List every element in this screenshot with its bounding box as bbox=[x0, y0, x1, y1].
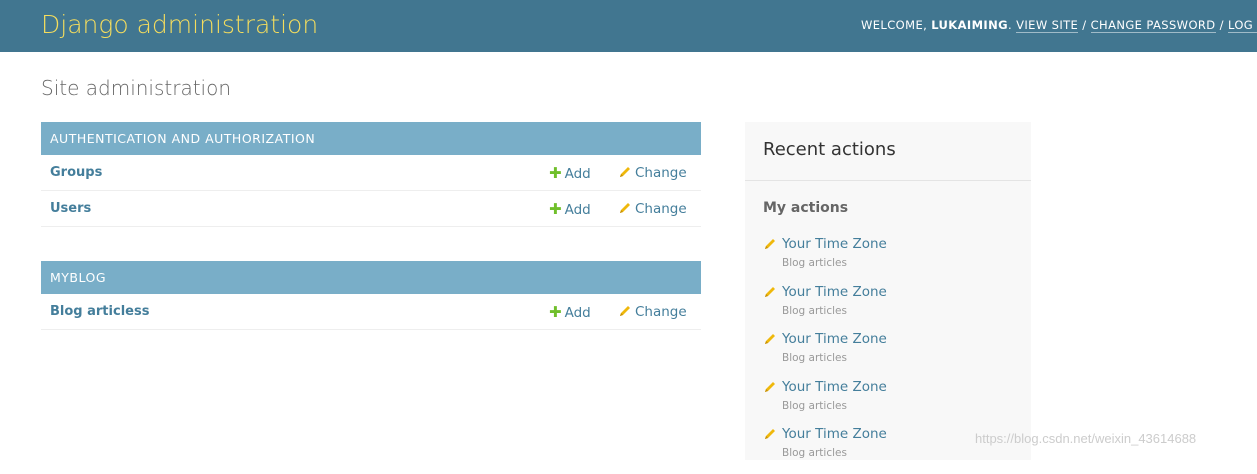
model-row-groups: Groups ✚ Add Change bbox=[41, 155, 701, 191]
action-type: Blog articles bbox=[782, 399, 847, 412]
log-out-link[interactable]: LOG OUT bbox=[1227, 18, 1257, 33]
view-site-link[interactable]: VIEW SITE bbox=[1016, 18, 1079, 33]
site-title[interactable]: Django administration bbox=[41, 7, 318, 43]
model-row-users: Users ✚ Add Change bbox=[41, 191, 701, 227]
action-link[interactable]: Your Time Zone bbox=[782, 236, 887, 252]
change-blog-articless-button[interactable]: Change bbox=[618, 303, 687, 321]
user-tools: WELCOME, LUKAIMING. VIEW SITE / CHANGE P… bbox=[861, 17, 1257, 33]
separator: / bbox=[1078, 18, 1091, 32]
pencil-icon bbox=[765, 429, 775, 439]
action-type: Blog articles bbox=[782, 352, 847, 364]
change-users-button[interactable]: Change bbox=[618, 200, 687, 218]
module-myblog: MYBLOG Blog articless ✚ Add Change bbox=[41, 261, 701, 330]
module-caption-auth[interactable]: AUTHENTICATION AND AUTHORIZATION bbox=[41, 122, 701, 155]
model-link-users[interactable]: Users bbox=[50, 200, 91, 218]
model-link-blog-articless[interactable]: Blog articless bbox=[50, 303, 149, 321]
change-label: Change bbox=[635, 304, 687, 320]
action-type: Blog articles bbox=[782, 257, 847, 269]
add-label: Add bbox=[564, 202, 591, 218]
welcome-suffix: . bbox=[1007, 18, 1017, 32]
change-password-link[interactable]: CHANGE PASSWORD bbox=[1090, 18, 1216, 33]
plus-icon: ✚ bbox=[549, 164, 562, 182]
recent-actions-panel: Recent actions My actions Your Time Zone… bbox=[745, 122, 1031, 460]
action-link[interactable]: Your Time Zone bbox=[782, 284, 887, 300]
separator: / bbox=[1215, 18, 1228, 32]
change-label: Change bbox=[635, 165, 687, 181]
my-actions-title: My actions bbox=[763, 200, 849, 216]
pencil-icon bbox=[765, 334, 775, 344]
pencil-icon bbox=[765, 286, 775, 297]
add-label: Add bbox=[564, 305, 591, 321]
add-users-button[interactable]: ✚ Add bbox=[549, 200, 591, 219]
watermark: https://blog.csdn.net/weixin_43614688 bbox=[975, 431, 1197, 446]
module-auth: AUTHENTICATION AND AUTHORIZATION Groups … bbox=[41, 122, 701, 227]
action-link[interactable]: Your Time Zone bbox=[782, 379, 887, 395]
module-caption-myblog[interactable]: MYBLOG bbox=[41, 261, 701, 294]
model-link-groups[interactable]: Groups bbox=[50, 164, 102, 182]
model-row-blog-articless: Blog articless ✚ Add Change bbox=[41, 294, 701, 330]
change-label: Change bbox=[635, 201, 687, 217]
action-type: Blog articles bbox=[782, 447, 847, 459]
recent-actions-title: Recent actions bbox=[745, 122, 1031, 181]
plus-icon: ✚ bbox=[549, 200, 562, 218]
username: LUKAIMING bbox=[931, 18, 1008, 32]
action-type: Blog articles bbox=[782, 304, 847, 317]
page-title: Site administration bbox=[41, 76, 232, 100]
pencil-icon bbox=[620, 306, 630, 316]
header: Django administration WELCOME, LUKAIMING… bbox=[0, 0, 1257, 52]
add-blog-articless-button[interactable]: ✚ Add bbox=[549, 303, 591, 322]
add-label: Add bbox=[564, 166, 591, 182]
action-link[interactable]: Your Time Zone bbox=[782, 426, 887, 442]
action-link[interactable]: Your Time Zone bbox=[782, 331, 887, 347]
pencil-icon bbox=[765, 381, 775, 392]
pencil-icon bbox=[620, 167, 630, 177]
change-groups-button[interactable]: Change bbox=[618, 164, 687, 182]
welcome-label: WELCOME, bbox=[861, 18, 932, 32]
add-groups-button[interactable]: ✚ Add bbox=[549, 164, 591, 183]
pencil-icon bbox=[765, 239, 775, 249]
plus-icon: ✚ bbox=[549, 303, 562, 321]
pencil-icon bbox=[620, 203, 630, 213]
